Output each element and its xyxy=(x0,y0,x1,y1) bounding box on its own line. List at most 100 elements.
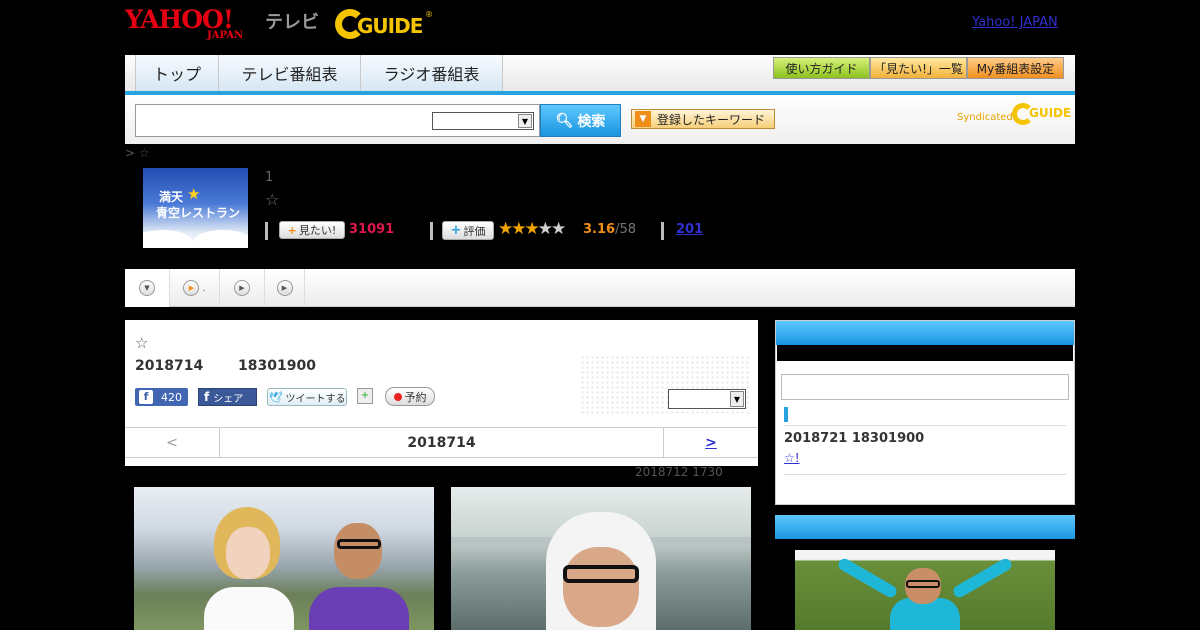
yahoo-japan-logo[interactable]: YAHOO! JAPAN xyxy=(125,7,260,41)
gguide-logo[interactable]: GUIDE ® xyxy=(335,6,435,42)
syndicated-gguide-logo: GUIDE xyxy=(1012,103,1071,125)
photo-person xyxy=(309,517,409,630)
related-photo-panel xyxy=(775,515,1075,630)
star-empty-icon: ★ xyxy=(537,219,553,239)
star-empty-icon: ★ xyxy=(551,219,566,239)
episode-photo-2[interactable] xyxy=(451,487,751,630)
add-clip-icon[interactable]: + xyxy=(357,388,373,404)
page: YAHOO! JAPAN テレビ GUIDE ® Yahoo! JAPAN トッ… xyxy=(0,0,1200,630)
mitai-label: 見たい! xyxy=(298,224,337,237)
mitai-count: 31091 xyxy=(349,222,395,237)
next-broadcast-panel: 2018721 18301900 ☆! xyxy=(775,320,1075,505)
updated-timestamp: 2018712 1730 xyxy=(635,465,723,479)
episode-title-star: ☆ xyxy=(135,334,149,352)
panel-subheader xyxy=(777,345,1073,361)
chevron-down-icon: ▼ xyxy=(518,114,532,128)
tweet-button[interactable]: 🕊︎ ツイートする xyxy=(267,388,347,406)
plus-icon: + xyxy=(287,223,297,237)
episode-date: 2018714 xyxy=(135,358,204,374)
current-date: 2018714 xyxy=(407,434,476,451)
facebook-icon: f xyxy=(139,390,153,404)
photo-person xyxy=(204,507,294,630)
record-dot-icon xyxy=(393,392,402,401)
photo-glasses xyxy=(337,539,381,549)
photo-face xyxy=(334,523,382,579)
usage-guide-button[interactable]: 使い方ガイド xyxy=(773,57,870,79)
facebook-like-count: 420 xyxy=(161,390,182,404)
facebook-icon: f xyxy=(204,390,210,404)
episode-time: 18301900 xyxy=(238,358,316,374)
panel-header xyxy=(775,515,1075,539)
program-title-star: ☆ xyxy=(265,190,280,209)
sidebar-input[interactable] xyxy=(781,374,1069,400)
play-circle-icon: ▶ xyxy=(234,280,250,296)
dropdown-circle-icon: ▼ xyxy=(139,280,155,296)
triangle-down-icon: ▼ xyxy=(635,111,651,127)
search-icon: 🔍︎ xyxy=(555,112,574,129)
nav-tab-tv-schedule[interactable]: テレビ番組表 xyxy=(219,55,361,91)
cloud-shape xyxy=(143,230,193,248)
divider xyxy=(661,222,664,240)
tab-play-2[interactable]: ▶ xyxy=(220,269,265,307)
tab-play-3[interactable]: ▶ xyxy=(265,269,305,307)
divider xyxy=(430,222,433,240)
photo-glasses xyxy=(563,565,639,583)
thumb-title-line2: 青空レストラン xyxy=(156,206,241,220)
syndicated-label: Syndicated xyxy=(957,112,1013,123)
thumb-title-line1: 満天 xyxy=(159,190,184,204)
star-filled-icon: ★ xyxy=(524,219,540,239)
search-category-select[interactable]: ▼ xyxy=(432,112,534,130)
divider xyxy=(265,222,268,240)
yahoo-japan-link[interactable]: Yahoo! JAPAN xyxy=(972,15,1058,30)
episode-number: 1 xyxy=(265,170,274,185)
reserve-button[interactable]: 予約 xyxy=(385,387,435,406)
search-bar: ▼ 🔍︎ 検索 ▼ 登録したキーワード Syndicated GUIDE xyxy=(125,95,1075,144)
divider xyxy=(784,474,1066,475)
rating-count: /58 xyxy=(615,222,636,237)
registered-keywords-label: 登録したキーワード xyxy=(657,112,766,127)
star-filled-icon: ★ xyxy=(498,219,513,239)
gguide-logo-text: GUIDE xyxy=(357,14,423,38)
rating-average: 3.16 xyxy=(583,222,616,237)
prev-date-button[interactable]: < xyxy=(125,428,220,457)
syndicated-logo-text: GUIDE xyxy=(1029,106,1072,120)
tab-label: . xyxy=(202,282,206,294)
nav-tab-top[interactable]: トップ xyxy=(135,55,219,91)
program-thumbnail[interactable]: 満天 ★ 青空レストラン xyxy=(143,168,248,248)
yahoo-logo-japan: JAPAN xyxy=(207,30,244,41)
next-date-button[interactable]: > xyxy=(663,428,758,457)
tab-dropdown[interactable]: ▼ xyxy=(125,269,170,307)
next-broadcast-date: 2018721 18301900 xyxy=(784,431,925,446)
episode-select[interactable]: ▼ xyxy=(668,389,746,409)
reserve-label: 予約 xyxy=(404,390,427,404)
mitai-list-button[interactable]: 「見たい!」一覧 xyxy=(870,57,967,79)
registered-keywords-button[interactable]: ▼ 登録したキーワード xyxy=(631,109,775,129)
photo-arm xyxy=(951,556,1014,600)
rate-button[interactable]: + 評価 xyxy=(442,221,494,240)
reviews-link[interactable]: 201 xyxy=(676,222,703,237)
next-broadcast-link[interactable]: ☆! xyxy=(784,451,800,465)
tv-label: テレビ xyxy=(265,12,319,33)
photo-face xyxy=(226,527,270,579)
photo-body xyxy=(309,587,409,630)
episode-photo-1[interactable] xyxy=(134,487,434,630)
facebook-like-button[interactable]: f 420 xyxy=(135,388,188,406)
plus-icon: + xyxy=(450,223,462,238)
rating-stars: ★★★★★ xyxy=(498,219,566,239)
chevron-down-icon: ▼ xyxy=(730,391,744,407)
facebook-share-label: シェア xyxy=(213,393,244,405)
mitai-button[interactable]: + 見たい! xyxy=(279,221,345,239)
panel-header xyxy=(776,321,1074,345)
cloud-shape xyxy=(193,230,248,248)
facebook-share-button[interactable]: f シェア xyxy=(198,388,257,406)
program-tabs: ▼ ▶ . ▶ ▶ xyxy=(125,269,1075,307)
section-marker xyxy=(784,407,788,422)
search-button[interactable]: 🔍︎ 検索 xyxy=(540,104,621,137)
tab-play-1[interactable]: ▶ . xyxy=(170,269,220,307)
global-nav: トップ テレビ番組表 ラジオ番組表 使い方ガイド 「見たい!」一覧 My番組表設… xyxy=(125,55,1075,95)
star-icon: ★ xyxy=(187,185,201,203)
related-photo[interactable] xyxy=(795,550,1055,630)
episode-panel: ☆ 2018714 18301900 f 420 f シェア 🕊︎ ツイートする… xyxy=(125,320,758,466)
my-schedule-settings-button[interactable]: My番組表設定 xyxy=(967,57,1064,79)
nav-tab-radio-schedule[interactable]: ラジオ番組表 xyxy=(361,55,503,91)
